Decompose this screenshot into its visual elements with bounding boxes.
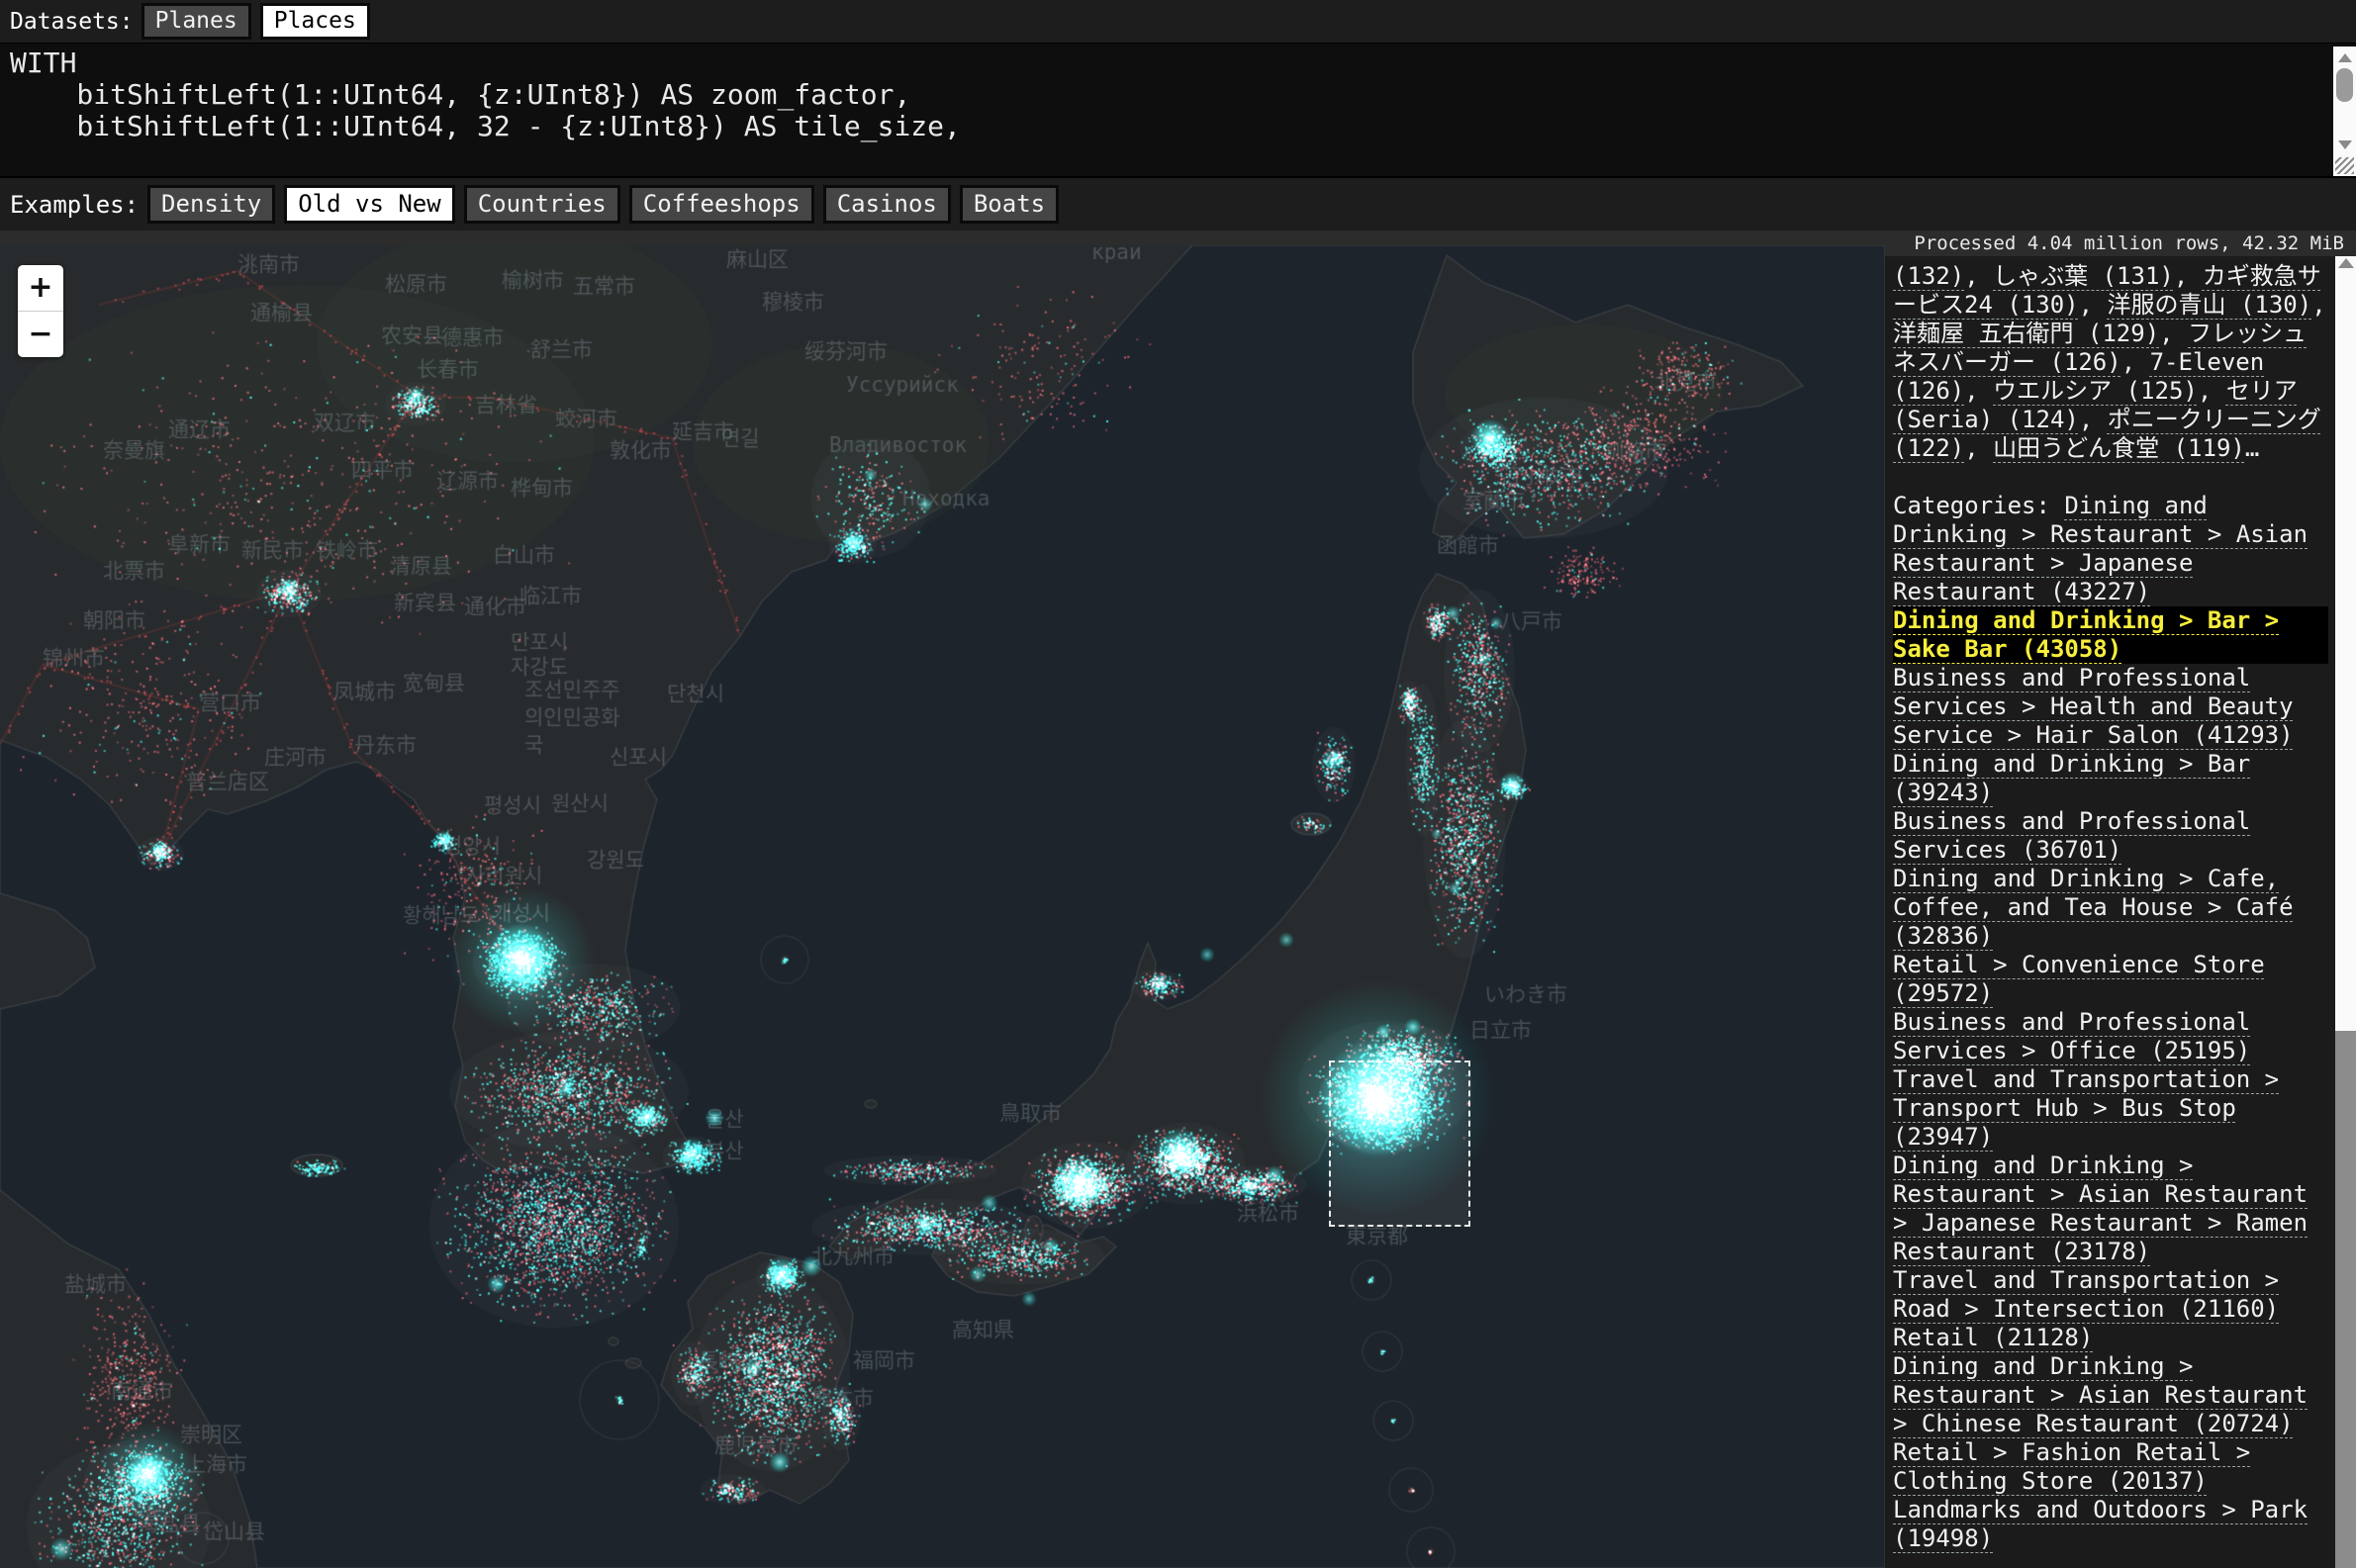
scroll-up-icon[interactable] [2338,258,2354,268]
query-editor-scrollbar[interactable] [2333,46,2356,176]
category-item[interactable]: Landmarks and Outdoors > Park (19498) [1893,1496,2328,1553]
content-area: Processed 4.04 million rows, 42.32 MiB +… [0,231,2356,1568]
category-item[interactable]: Retail > Convenience Store (29572) [1893,951,2328,1008]
dataset-button-places[interactable]: Places [260,3,370,41]
map[interactable]: + − [0,245,1885,1568]
query-editor[interactable]: WITH bitShiftLeft(1::UInt64, {z:UInt8}) … [10,47,2326,176]
brand-item[interactable]: ウエルシア (125) [1993,377,2198,405]
example-button-density[interactable]: Density [147,185,275,224]
spacer [1893,463,2328,492]
category-item[interactable]: Retail > Fashion Retail > Clothing Store… [1893,1438,2328,1496]
category-item[interactable]: Dining and Drinking > Bar (39243) [1893,750,2328,807]
examples-bar: Examples: DensityOld vs NewCountriesCoff… [0,176,2356,231]
category-item[interactable]: Travel and Transportation > Road > Inter… [1893,1266,2328,1324]
category-item[interactable]: Business and Professional Services (3670… [1893,807,2328,865]
category-item[interactable]: Business and Professional Services > Hea… [1893,664,2328,750]
scroll-up-icon[interactable] [2338,53,2352,62]
example-button-casinos[interactable]: Casinos [823,185,951,224]
category-item[interactable]: Travel and Transportation > Transport Hu… [1893,1065,2328,1152]
brand-item[interactable]: 山田うどん食堂 (119) [1993,434,2245,462]
zoom-in-button[interactable]: + [18,265,63,312]
categories-label: Categories: [1893,492,2064,519]
map-selection-box[interactable] [1329,1061,1470,1227]
map-zoom-control: + − [18,265,63,357]
brand-item[interactable]: (132) [1893,262,1964,290]
category-item[interactable]: Dining and Drinking > Cafe, Coffee, and … [1893,865,2328,951]
top-names-list: (132), しゃぶ葉 (131), カギ救急サービス24 (130), 洋服の… [1893,262,2328,463]
query-editor-wrap: WITH bitShiftLeft(1::UInt64, {z:UInt8}) … [0,44,2356,176]
datasets-label: Datasets: [10,9,134,35]
map-canvas[interactable] [0,245,1885,1568]
sidebar-content: (132), しゃぶ葉 (131), カギ救急サービス24 (130), 洋服の… [1893,262,2328,1553]
example-button-countries[interactable]: Countries [464,185,620,224]
example-button-boats[interactable]: Boats [960,185,1059,224]
category-item[interactable]: Dining and Drinking > Restaurant > Asian… [1893,1352,2328,1438]
category-item[interactable]: Dining and Drinking > Restaurant > Asian… [1893,1152,2328,1266]
scroll-down-icon[interactable] [2338,140,2352,149]
scrollbar-thumb[interactable] [2336,68,2353,102]
category-item-selected[interactable]: Dining and Drinking > Bar > Sake Bar (43… [1893,606,2328,664]
brand-item[interactable]: 洋服の青山 (130) [2108,291,2312,319]
brand-item[interactable]: 洋麺屋 五右衛門 (129) [1893,320,2159,347]
examples-label: Examples: [10,191,139,219]
categories-list: Categories: Dining and Drinking > Restau… [1893,492,2328,1553]
brand-item[interactable]: しゃぶ葉 (131) [1993,262,2174,290]
dataset-button-planes[interactable]: Planes [141,3,251,41]
example-button-coffeeshops[interactable]: Coffeeshops [629,185,814,224]
status-text: Processed 4.04 million rows, 42.32 MiB [1894,231,2356,256]
dataset-button-group: PlanesPlaces [141,3,370,41]
category-item[interactable]: Business and Professional Services > Off… [1893,1008,2328,1065]
category-item[interactable]: Retail (21128) [1893,1324,2328,1352]
resize-grip-icon[interactable] [2335,157,2354,174]
datasets-bar: Datasets: PlanesPlaces [0,0,2356,44]
sidebar-scrollbar[interactable] [2335,250,2356,1568]
results-sidebar: (132), しゃぶ葉 (131), カギ救急サービス24 (130), 洋服の… [1885,256,2335,1568]
example-button-group: DensityOld vs NewCountriesCoffeeshopsCas… [147,185,1059,224]
scrollbar-thumb[interactable] [2335,1031,2356,1568]
example-button-old-vs-new[interactable]: Old vs New [284,185,455,224]
zoom-out-button[interactable]: − [18,312,63,357]
